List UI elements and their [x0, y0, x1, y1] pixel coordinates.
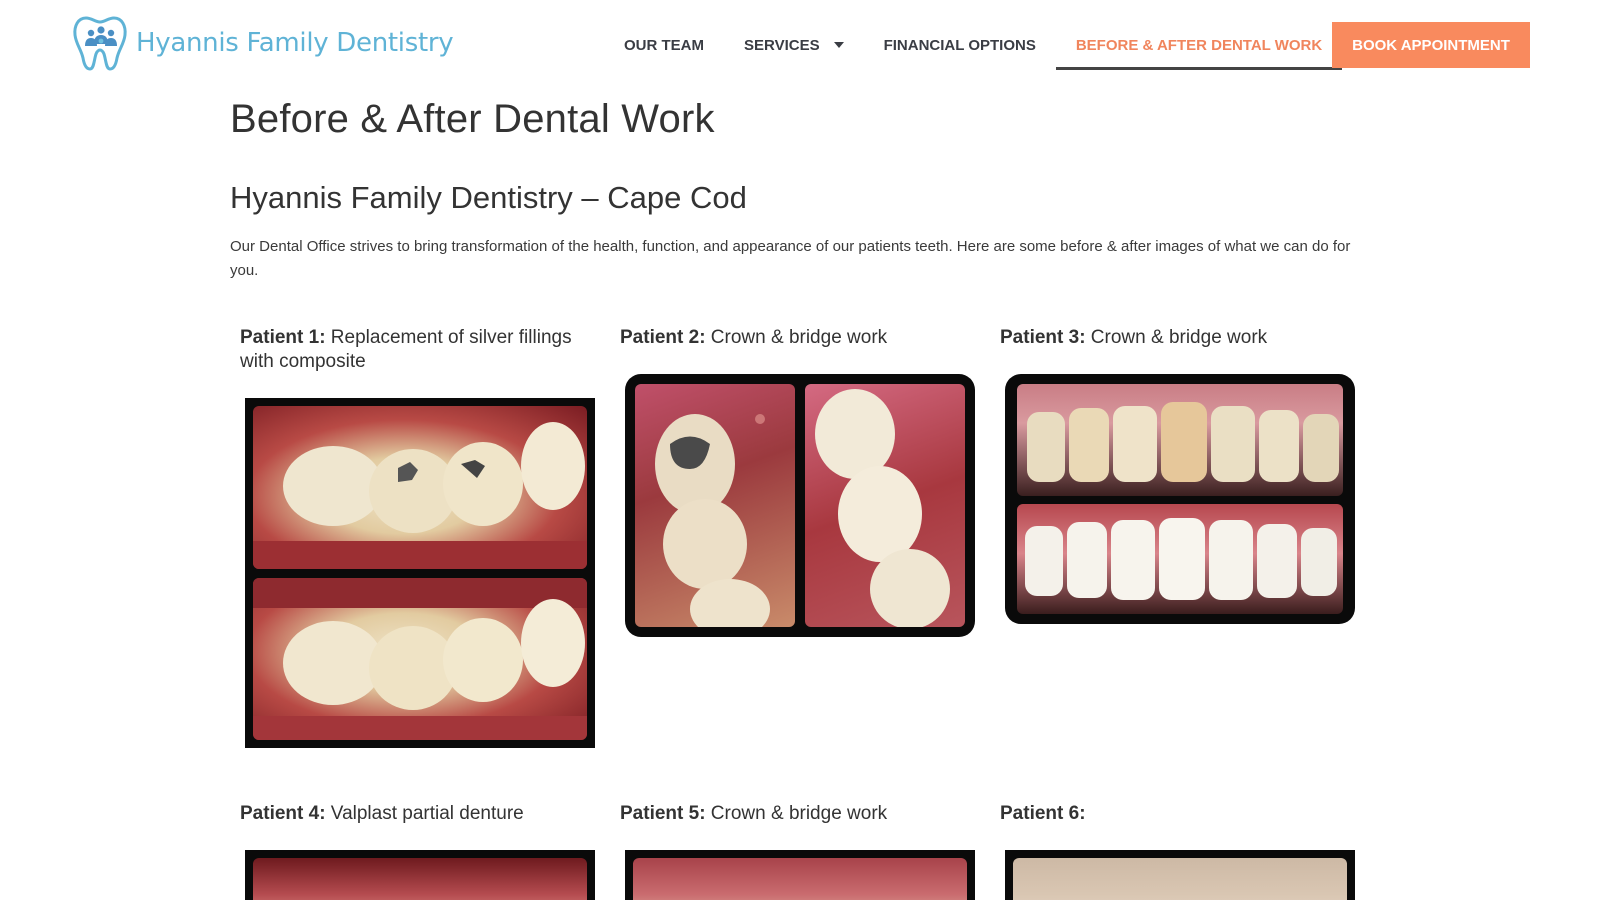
patient-card-4: Patient 4: Valplast partial denture [240, 802, 600, 826]
patient-caption: Patient 1: Replacement of silver filling… [240, 326, 600, 374]
patient-description: Crown & bridge work [705, 327, 888, 348]
after-image [253, 578, 587, 740]
patient-label: Patient 2: [620, 327, 706, 348]
page-subtitle: Hyannis Family Dentistry – Cape Cod [230, 180, 747, 215]
page-title: Before & After Dental Work [230, 97, 715, 141]
patient-caption: Patient 2: Crown & bridge work [620, 326, 980, 350]
patient-4-before-after-photo[interactable] [245, 850, 595, 900]
patient-label: Patient 3: [1000, 327, 1086, 348]
patient-caption: Patient 4: Valplast partial denture [240, 802, 600, 826]
tooth-family-icon [73, 16, 127, 71]
patient-6-before-after-photo[interactable] [1005, 850, 1355, 900]
main-nav: OUR TEAM SERVICES FINANCIAL OPTIONS BEFO… [604, 22, 1343, 70]
patient-label: Patient 1: [240, 327, 326, 348]
patient-label: Patient 6: [1000, 803, 1086, 824]
patient-card-1: Patient 1: Replacement of silver filling… [240, 326, 600, 374]
before-image [633, 858, 967, 900]
site-logo[interactable]: Hyannis Family Dentistry [72, 14, 454, 72]
site-header: Hyannis Family Dentistry OUR TEAM SERVIC… [0, 0, 1600, 90]
intro-text: Our Dental Office strives to bring trans… [230, 238, 1351, 279]
nav-services-label: SERVICES [744, 36, 820, 54]
nav-services[interactable]: SERVICES [724, 22, 864, 68]
after-image [805, 384, 965, 627]
patient-card-2: Patient 2: Crown & bridge work [620, 326, 980, 350]
chevron-down-icon[interactable] [833, 42, 844, 48]
book-appointment-button[interactable]: BOOK APPOINTMENT [1332, 22, 1530, 68]
patient-card-3: Patient 3: Crown & bridge work [1000, 326, 1360, 350]
before-image [1017, 384, 1343, 496]
patient-caption: Patient 5: Crown & bridge work [620, 802, 980, 826]
before-image [635, 384, 795, 627]
patient-card-6: Patient 6: [1000, 802, 1360, 826]
patient-label: Patient 4: [240, 803, 326, 824]
patient-card-5: Patient 5: Crown & bridge work [620, 802, 980, 826]
patient-3-before-after-photo[interactable] [1005, 374, 1355, 624]
patient-caption: Patient 3: Crown & bridge work [1000, 326, 1360, 350]
brand-name: Hyannis Family Dentistry [136, 28, 454, 58]
nav-before-after[interactable]: BEFORE & AFTER DENTAL WORK [1055, 22, 1343, 70]
patient-caption: Patient 6: [1000, 802, 1360, 826]
patient-2-before-after-photo[interactable] [625, 374, 975, 637]
patient-description: Crown & bridge work [1085, 327, 1268, 348]
patient-description: Valplast partial denture [325, 803, 524, 824]
patient-label: Patient 5: [620, 803, 706, 824]
nav-our-team[interactable]: OUR TEAM [604, 22, 724, 68]
patient-1-before-after-photo[interactable] [245, 398, 595, 748]
before-image [1013, 858, 1347, 900]
patient-5-before-after-photo[interactable] [625, 850, 975, 900]
nav-financial-options[interactable]: FINANCIAL OPTIONS [864, 22, 1056, 68]
before-image [253, 406, 587, 569]
before-image [253, 858, 587, 900]
after-image [1017, 504, 1343, 614]
patient-description: Crown & bridge work [705, 803, 888, 824]
